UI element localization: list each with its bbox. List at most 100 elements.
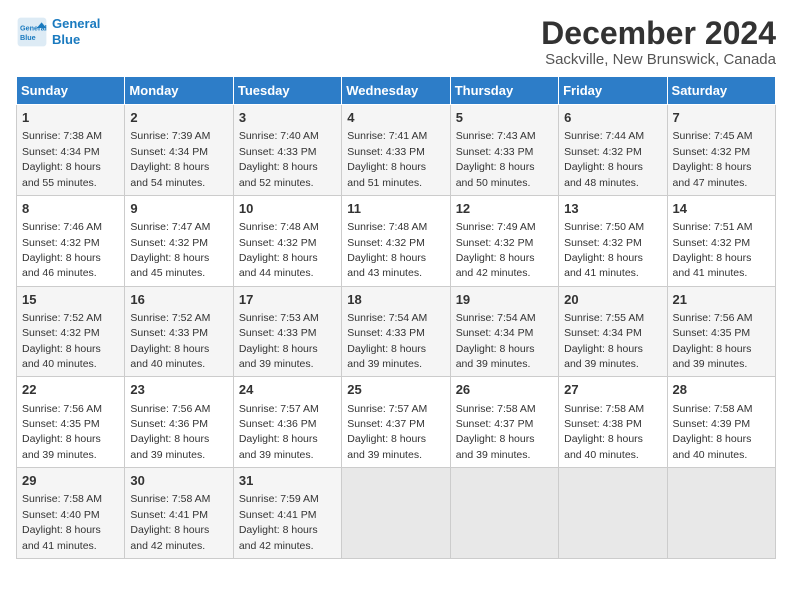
day-number: 2 bbox=[130, 109, 227, 127]
day-info: Sunrise: 7:43 AMSunset: 4:33 PMDaylight:… bbox=[456, 130, 536, 188]
page-header: General Blue General Blue December 2024 … bbox=[16, 16, 776, 68]
calendar-cell: 30 Sunrise: 7:58 AMSunset: 4:41 PMDayligh… bbox=[125, 468, 233, 559]
calendar-cell: 19 Sunrise: 7:54 AMSunset: 4:34 PMDayligh… bbox=[450, 286, 558, 377]
page-title: December 2024 bbox=[541, 16, 776, 51]
calendar-cell: 5 Sunrise: 7:43 AMSunset: 4:33 PMDaylight… bbox=[450, 105, 558, 196]
day-info: Sunrise: 7:39 AMSunset: 4:34 PMDaylight:… bbox=[130, 130, 210, 188]
calendar-cell: 8 Sunrise: 7:46 AMSunset: 4:32 PMDaylight… bbox=[17, 195, 125, 286]
day-info: Sunrise: 7:51 AMSunset: 4:32 PMDaylight:… bbox=[673, 221, 753, 279]
day-info: Sunrise: 7:47 AMSunset: 4:32 PMDaylight:… bbox=[130, 221, 210, 279]
day-number: 7 bbox=[673, 109, 770, 127]
calendar-cell: 2 Sunrise: 7:39 AMSunset: 4:34 PMDaylight… bbox=[125, 105, 233, 196]
calendar-cell: 25 Sunrise: 7:57 AMSunset: 4:37 PMDayligh… bbox=[342, 377, 450, 468]
day-number: 16 bbox=[130, 291, 227, 309]
day-info: Sunrise: 7:45 AMSunset: 4:32 PMDaylight:… bbox=[673, 130, 753, 188]
day-number: 13 bbox=[564, 200, 661, 218]
day-info: Sunrise: 7:52 AMSunset: 4:33 PMDaylight:… bbox=[130, 312, 210, 370]
calendar-cell: 31 Sunrise: 7:59 AMSunset: 4:41 PMDayligh… bbox=[233, 468, 341, 559]
calendar-cell: 7 Sunrise: 7:45 AMSunset: 4:32 PMDaylight… bbox=[667, 105, 775, 196]
calendar-cell bbox=[667, 468, 775, 559]
day-info: Sunrise: 7:56 AMSunset: 4:35 PMDaylight:… bbox=[22, 403, 102, 461]
day-number: 1 bbox=[22, 109, 119, 127]
logo-line1: General bbox=[52, 16, 100, 32]
calendar-cell: 12 Sunrise: 7:49 AMSunset: 4:32 PMDayligh… bbox=[450, 195, 558, 286]
logo: General Blue General Blue bbox=[16, 16, 100, 48]
day-number: 3 bbox=[239, 109, 336, 127]
calendar-cell: 23 Sunrise: 7:56 AMSunset: 4:36 PMDayligh… bbox=[125, 377, 233, 468]
calendar-cell: 10Sunrise: 7:48 AMSunset: 4:32 PMDayligh… bbox=[233, 195, 341, 286]
calendar-cell: 3 Sunrise: 7:40 AMSunset: 4:33 PMDaylight… bbox=[233, 105, 341, 196]
day-info: Sunrise: 7:49 AMSunset: 4:32 PMDaylight:… bbox=[456, 221, 536, 279]
calendar-cell: 20Sunrise: 7:55 AMSunset: 4:34 PMDayligh… bbox=[559, 286, 667, 377]
calendar-cell bbox=[559, 468, 667, 559]
day-number: 26 bbox=[456, 381, 553, 399]
header-wednesday: Wednesday bbox=[342, 77, 450, 105]
day-info: Sunrise: 7:38 AMSunset: 4:34 PMDaylight:… bbox=[22, 130, 102, 188]
day-number: 29 bbox=[22, 472, 119, 490]
title-area: December 2024 Sackville, New Brunswick, … bbox=[541, 16, 776, 68]
day-number: 18 bbox=[347, 291, 444, 309]
day-info: Sunrise: 7:53 AMSunset: 4:33 PMDaylight:… bbox=[239, 312, 319, 370]
day-info: Sunrise: 7:58 AMSunset: 4:41 PMDaylight:… bbox=[130, 493, 210, 551]
day-number: 12 bbox=[456, 200, 553, 218]
header-monday: Monday bbox=[125, 77, 233, 105]
day-info: Sunrise: 7:40 AMSunset: 4:33 PMDaylight:… bbox=[239, 130, 319, 188]
day-info: Sunrise: 7:58 AMSunset: 4:38 PMDaylight:… bbox=[564, 403, 644, 461]
day-info: Sunrise: 7:58 AMSunset: 4:40 PMDaylight:… bbox=[22, 493, 102, 551]
day-info: Sunrise: 7:59 AMSunset: 4:41 PMDaylight:… bbox=[239, 493, 319, 551]
calendar-cell: 28 Sunrise: 7:58 AMSunset: 4:39 PMDayligh… bbox=[667, 377, 775, 468]
week-row-2: 8 Sunrise: 7:46 AMSunset: 4:32 PMDaylight… bbox=[17, 195, 776, 286]
svg-text:Blue: Blue bbox=[20, 33, 36, 42]
day-number: 8 bbox=[22, 200, 119, 218]
calendar-cell: 24Sunrise: 7:57 AMSunset: 4:36 PMDayligh… bbox=[233, 377, 341, 468]
day-info: Sunrise: 7:48 AMSunset: 4:32 PMDaylight:… bbox=[239, 221, 319, 279]
logo-icon: General Blue bbox=[16, 16, 48, 48]
calendar-cell bbox=[450, 468, 558, 559]
day-info: Sunrise: 7:44 AMSunset: 4:32 PMDaylight:… bbox=[564, 130, 644, 188]
day-number: 9 bbox=[130, 200, 227, 218]
day-info: Sunrise: 7:58 AMSunset: 4:37 PMDaylight:… bbox=[456, 403, 536, 461]
calendar-cell: 18 Sunrise: 7:54 AMSunset: 4:33 PMDayligh… bbox=[342, 286, 450, 377]
day-number: 15 bbox=[22, 291, 119, 309]
day-info: Sunrise: 7:57 AMSunset: 4:37 PMDaylight:… bbox=[347, 403, 427, 461]
calendar-cell bbox=[342, 468, 450, 559]
header-sunday: Sunday bbox=[17, 77, 125, 105]
day-number: 14 bbox=[673, 200, 770, 218]
calendar-cell: 1 Sunrise: 7:38 AMSunset: 4:34 PMDaylight… bbox=[17, 105, 125, 196]
day-number: 27 bbox=[564, 381, 661, 399]
day-info: Sunrise: 7:46 AMSunset: 4:32 PMDaylight:… bbox=[22, 221, 102, 279]
day-info: Sunrise: 7:48 AMSunset: 4:32 PMDaylight:… bbox=[347, 221, 427, 279]
day-number: 17 bbox=[239, 291, 336, 309]
day-number: 5 bbox=[456, 109, 553, 127]
day-info: Sunrise: 7:50 AMSunset: 4:32 PMDaylight:… bbox=[564, 221, 644, 279]
day-info: Sunrise: 7:58 AMSunset: 4:39 PMDaylight:… bbox=[673, 403, 753, 461]
day-info: Sunrise: 7:57 AMSunset: 4:36 PMDaylight:… bbox=[239, 403, 319, 461]
day-info: Sunrise: 7:54 AMSunset: 4:33 PMDaylight:… bbox=[347, 312, 427, 370]
logo-line2: Blue bbox=[52, 32, 100, 48]
day-number: 6 bbox=[564, 109, 661, 127]
calendar-cell: 16 Sunrise: 7:52 AMSunset: 4:33 PMDayligh… bbox=[125, 286, 233, 377]
day-number: 23 bbox=[130, 381, 227, 399]
week-row-5: 29 Sunrise: 7:58 AMSunset: 4:40 PMDayligh… bbox=[17, 468, 776, 559]
calendar-body: 1 Sunrise: 7:38 AMSunset: 4:34 PMDaylight… bbox=[17, 105, 776, 559]
day-number: 11 bbox=[347, 200, 444, 218]
day-number: 30 bbox=[130, 472, 227, 490]
day-info: Sunrise: 7:56 AMSunset: 4:36 PMDaylight:… bbox=[130, 403, 210, 461]
day-number: 19 bbox=[456, 291, 553, 309]
day-info: Sunrise: 7:56 AMSunset: 4:35 PMDaylight:… bbox=[673, 312, 753, 370]
calendar-cell: 9 Sunrise: 7:47 AMSunset: 4:32 PMDaylight… bbox=[125, 195, 233, 286]
day-number: 28 bbox=[673, 381, 770, 399]
week-row-4: 22Sunrise: 7:56 AMSunset: 4:35 PMDayligh… bbox=[17, 377, 776, 468]
page-subtitle: Sackville, New Brunswick, Canada bbox=[541, 51, 776, 68]
header-tuesday: Tuesday bbox=[233, 77, 341, 105]
day-info: Sunrise: 7:54 AMSunset: 4:34 PMDaylight:… bbox=[456, 312, 536, 370]
calendar-cell: 29 Sunrise: 7:58 AMSunset: 4:40 PMDayligh… bbox=[17, 468, 125, 559]
header-saturday: Saturday bbox=[667, 77, 775, 105]
day-number: 31 bbox=[239, 472, 336, 490]
day-number: 25 bbox=[347, 381, 444, 399]
day-number: 4 bbox=[347, 109, 444, 127]
day-info: Sunrise: 7:55 AMSunset: 4:34 PMDaylight:… bbox=[564, 312, 644, 370]
calendar-cell: 11 Sunrise: 7:48 AMSunset: 4:32 PMDayligh… bbox=[342, 195, 450, 286]
week-row-3: 15Sunrise: 7:52 AMSunset: 4:32 PMDayligh… bbox=[17, 286, 776, 377]
calendar-cell: 15Sunrise: 7:52 AMSunset: 4:32 PMDayligh… bbox=[17, 286, 125, 377]
